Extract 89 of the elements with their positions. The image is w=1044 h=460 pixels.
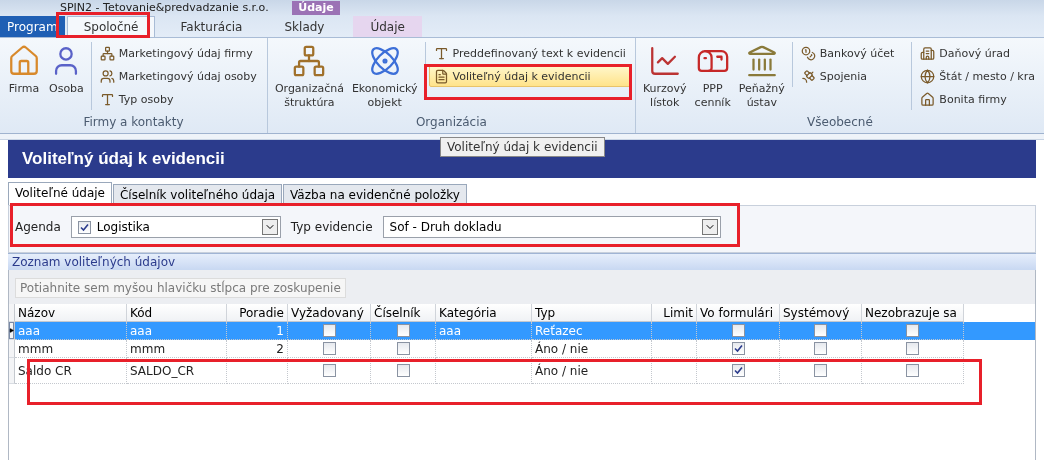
table-cell: 2	[276, 341, 284, 356]
table-cell: aaa	[439, 323, 462, 338]
ribbon-button[interactable]: Voliteľný údaj k evidencii	[428, 65, 631, 87]
checkbox[interactable]	[814, 324, 827, 337]
column-header[interactable]: Vyžadovaný	[288, 304, 371, 322]
column-header[interactable]: Názov	[15, 304, 127, 322]
ribbon-button[interactable]: Bankový účet	[795, 42, 900, 64]
checkbox[interactable]	[814, 364, 827, 377]
text-icon	[433, 45, 449, 61]
column-header[interactable]: Kód	[127, 304, 227, 322]
globe-icon	[920, 68, 936, 84]
context-tab-header: Údaje	[292, 1, 340, 15]
ribbon-button[interactable]: PPP cenník	[691, 42, 734, 113]
ribbon-button[interactable]: Bonita firmy	[915, 88, 1040, 110]
column-header[interactable]: Limit	[652, 304, 697, 322]
table-cell: mmm	[130, 341, 166, 356]
ribbon-button[interactable]: Organizačná štruktúra	[271, 42, 347, 113]
group-hint: Potiahnite sem myšou hlavičku stĺpca pre zoskupenie	[15, 278, 346, 298]
ribbon-tab[interactable]: Fakturácia	[163, 16, 260, 37]
ribbon-button[interactable]: Daňový úrad	[915, 42, 1040, 64]
column-header[interactable]: Kategória	[436, 304, 532, 322]
form-tab[interactable]: Väzba na evidenčné položky	[283, 184, 467, 205]
large-house-icon	[7, 44, 41, 78]
ribbon-button[interactable]: Marketingový údaj firmy	[94, 42, 262, 64]
table-cell: Áno / nie	[535, 341, 589, 356]
ribbon-button[interactable]: Ekonomický objekt	[348, 42, 421, 113]
tooltip: Voliteľný údaj k evidencii	[440, 137, 605, 157]
ribbon-button[interactable]: Kurzový lístok	[639, 42, 690, 113]
table-cell: Reťazec	[535, 323, 583, 338]
ribbon-button[interactable]: Typ osoby	[94, 88, 262, 110]
ribbon-button[interactable]: Štát / mesto / kra	[915, 65, 1040, 87]
ribbon-tab[interactable]: Údaje	[353, 16, 422, 37]
window-title: SPIN2 - Tetovanie&predvadzanie s.r.o.	[60, 1, 269, 15]
checkbox[interactable]	[396, 342, 410, 355]
checkbox[interactable]	[322, 324, 336, 337]
table-cell: SALDO_CR	[130, 363, 195, 378]
building-icon	[920, 45, 936, 61]
network-icon	[99, 45, 115, 61]
column-header[interactable]: Typ	[532, 304, 652, 322]
column-header[interactable]: Nezobrazuje sa	[862, 304, 964, 322]
type-dropdown[interactable]: Sof - Druh dokladu	[382, 216, 721, 238]
checkbox[interactable]	[814, 342, 827, 355]
checkbox[interactable]	[731, 342, 745, 355]
checkbox[interactable]	[396, 324, 410, 337]
column-header[interactable]: Číselník	[371, 304, 436, 322]
current-row-icon	[9, 327, 14, 334]
ribbon-button[interactable]: Marketingový údaj osoby	[94, 65, 262, 87]
checkbox[interactable]	[77, 220, 91, 234]
checkbox[interactable]	[396, 364, 410, 377]
field-label: Typ evidencie	[290, 219, 373, 236]
column-header[interactable]: Vo formulári	[697, 304, 780, 322]
checkbox[interactable]	[906, 342, 919, 355]
ribbon-button[interactable]: Peňažný ústav	[735, 42, 788, 113]
text-icon	[99, 91, 115, 107]
table-cell: aaa	[130, 323, 153, 338]
form-tab[interactable]: Voliteľné údaje	[8, 182, 112, 205]
ribbon-button[interactable]: Preddefinovaný text k evidencii	[428, 42, 631, 64]
table-cell: aaa	[18, 323, 41, 338]
table-cell: Áno / nie	[535, 363, 589, 378]
table-cell: 1	[276, 323, 284, 338]
form-tab[interactable]: Číselník voliteľného údaja	[113, 184, 283, 205]
checkbox[interactable]	[906, 324, 919, 337]
group-label: Všeobecné	[806, 115, 874, 131]
checkbox[interactable]	[906, 364, 919, 377]
document-icon	[433, 68, 449, 84]
column-header[interactable]: Systémový	[780, 304, 862, 322]
checkbox[interactable]	[322, 342, 336, 355]
field-label: Agenda	[15, 219, 61, 236]
satellite-icon	[800, 68, 816, 84]
row-selector[interactable]	[9, 322, 15, 340]
large-tree-icon	[292, 44, 327, 78]
form-title: Voliteľný údaj k evidencii	[22, 149, 225, 169]
ribbon-button[interactable]: Firma	[4, 42, 44, 99]
ribbon-tab[interactable]: Program	[0, 16, 65, 37]
group-label: Firmy a kontakty	[82, 115, 185, 131]
house-icon	[920, 91, 936, 107]
ribbon-button[interactable]: Osoba	[46, 42, 87, 99]
coins-icon	[800, 45, 816, 61]
checkbox[interactable]	[731, 364, 745, 377]
checkbox[interactable]	[322, 364, 336, 377]
checkbox[interactable]	[731, 324, 745, 337]
section-title: Zoznam voliteľných údajov	[12, 255, 176, 269]
agenda-dropdown[interactable]: Logistika	[70, 216, 281, 238]
ribbon-tab[interactable]: Sklady	[267, 16, 342, 37]
table-cell: mmm	[18, 341, 54, 356]
ribbon-button[interactable]: Spojenia	[795, 65, 900, 87]
column-header[interactable]: Poradie	[227, 304, 288, 322]
group-label: Organizácia	[414, 115, 488, 131]
people-icon	[99, 68, 115, 84]
